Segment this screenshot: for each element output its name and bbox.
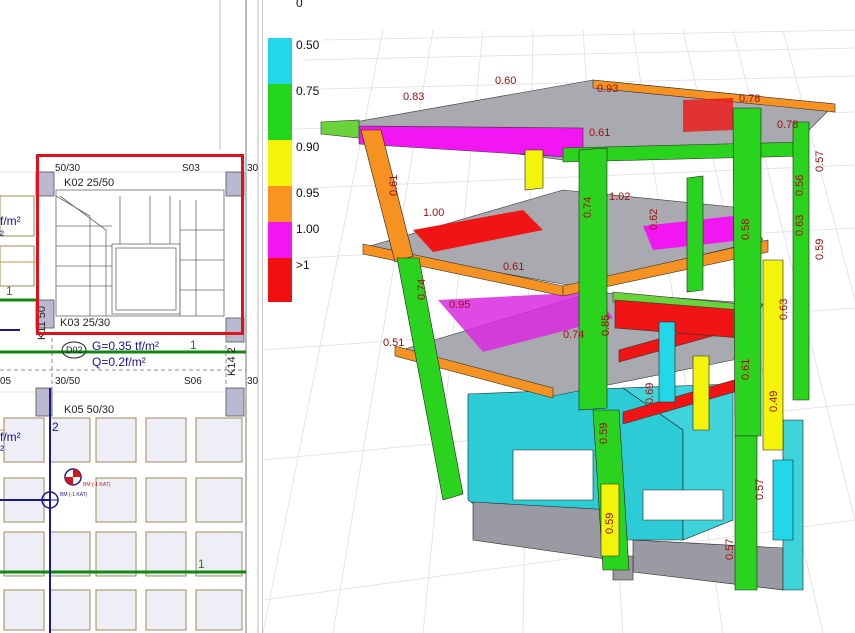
column-label-k14: K14 2 [226, 347, 238, 376]
legend-label-4: 0.95 [296, 186, 320, 200]
member-ratio-label: 0.74 [563, 329, 584, 341]
member-ratio-label: 1.02 [609, 191, 630, 203]
member-ratio-label: 0.69 [644, 383, 656, 404]
axis-label-2: 2 [52, 420, 59, 434]
member-ratio-label: 0.61 [503, 261, 524, 273]
3d-view-panel[interactable]: 0.83 0.60 0.93 0.78 0.78 0.61 1.02 1.00 0.61 0.74… [263, 0, 855, 633]
legend-label-6: >1 [296, 258, 310, 272]
utilization-legend: 0 0.50 0.75 0.90 0.95 1.00 >1 [268, 0, 338, 310]
legend-swatch-4 [268, 186, 292, 222]
column-marker-red-label: BM (-1 KAT) [83, 482, 111, 488]
column-marker-red [64, 468, 82, 486]
column-marker-blue-label: BM (-1 KAT) [60, 492, 88, 498]
slab-load-q-value: Q=0.2 [92, 355, 126, 369]
3d-structure-view: 0.83 0.60 0.93 0.78 0.78 0.61 1.02 1.00 0.61 0.74… [263, 29, 855, 633]
member-ratio-label: 0.61 [388, 175, 400, 196]
slab-load-q-unit: f/m² [125, 355, 146, 369]
member-ratio-label: 0.63 [794, 215, 806, 236]
member-ratio-label: 0.61 [740, 359, 752, 380]
axis-label-1-right: 1 [190, 338, 197, 352]
member-ratio-label: 0.63 [778, 299, 790, 320]
legend-swatch-6 [268, 258, 292, 302]
slab-load-g: G=0.35 tf/m² [92, 339, 159, 353]
legend-swatch-0 [268, 0, 292, 38]
member-ratio-label: 0.83 [403, 91, 424, 103]
slab-left-load-bot: f/m² [0, 430, 21, 444]
legend-swatch-2 [268, 84, 292, 140]
member-ratio-label: 0.59 [598, 423, 610, 444]
legend-swatch-1 [268, 38, 292, 84]
member-ratio-label: 0.78 [739, 93, 760, 105]
plan-label-s06: S06 [184, 376, 202, 387]
member-ratio-label: 0.85 [600, 315, 612, 336]
member-ratio-label: 0.74 [582, 197, 594, 218]
plan-label-05: 05 [0, 376, 12, 387]
legend-label-1: 0.50 [296, 38, 320, 52]
member-ratio-label: 0.60 [495, 75, 516, 87]
slab-left-load-top2: ² [0, 228, 4, 242]
member-ratio-label: 0.78 [777, 119, 798, 131]
member-ratio-label: 0.51 [383, 337, 404, 349]
plan-label-30-bottom: 30 [247, 376, 259, 387]
legend-swatch-3 [268, 140, 292, 186]
member-ratio-label: 0.62 [648, 209, 660, 230]
legend-swatch-5 [268, 222, 292, 258]
legend-label-5: 1.00 [296, 222, 320, 236]
member-ratio-label: 0.74 [416, 279, 428, 300]
member-ratio-label: 0.57 [814, 151, 826, 172]
member-ratio-label: 0.61 [589, 127, 610, 139]
member-ratio-label: 0.93 [597, 83, 618, 95]
slab-label-d02: D02 [66, 345, 83, 355]
member-ratio-label: 0.58 [740, 219, 752, 240]
axis-label-1-bottom: 1 [198, 557, 205, 571]
member-ratio-label: 0.56 [794, 175, 806, 196]
legend-label-0: 0 [296, 0, 303, 10]
floor-plan-panel[interactable]: 50/30 S03 30 K02 25/50 K03 25/30 K11 50 … [0, 0, 263, 633]
member-ratio-label: 0.57 [754, 479, 766, 500]
legend-label-2: 0.75 [296, 84, 320, 98]
member-ratio-label: 0.95 [449, 299, 470, 311]
member-ratio-label: 0.57 [724, 539, 736, 560]
axis-label-1-top: 1 [6, 284, 13, 298]
plan-label-30: 30 [247, 163, 259, 174]
slab-load-q: Q=0.2f/m² [92, 355, 146, 369]
selection-highlight-box[interactable] [36, 154, 244, 335]
slab-left-load-bot2: ² [0, 443, 4, 457]
member-ratio-label: 0.59 [814, 239, 826, 260]
beam-label-k05: K05 50/30 [64, 404, 115, 416]
member-ratio-label: 1.00 [423, 207, 444, 219]
legend-label-3: 0.90 [296, 140, 320, 154]
slab-load-g-value: G=0.3 [92, 339, 126, 353]
member-ratio-label: 0.59 [604, 513, 616, 534]
slab-left-load-top: f/m² [0, 214, 21, 228]
member-ratio-label: 0.49 [768, 391, 780, 412]
slab-load-g-unit: 5 tf/m² [125, 339, 160, 353]
plan-label-3050-bottom: 30/50 [55, 376, 81, 387]
